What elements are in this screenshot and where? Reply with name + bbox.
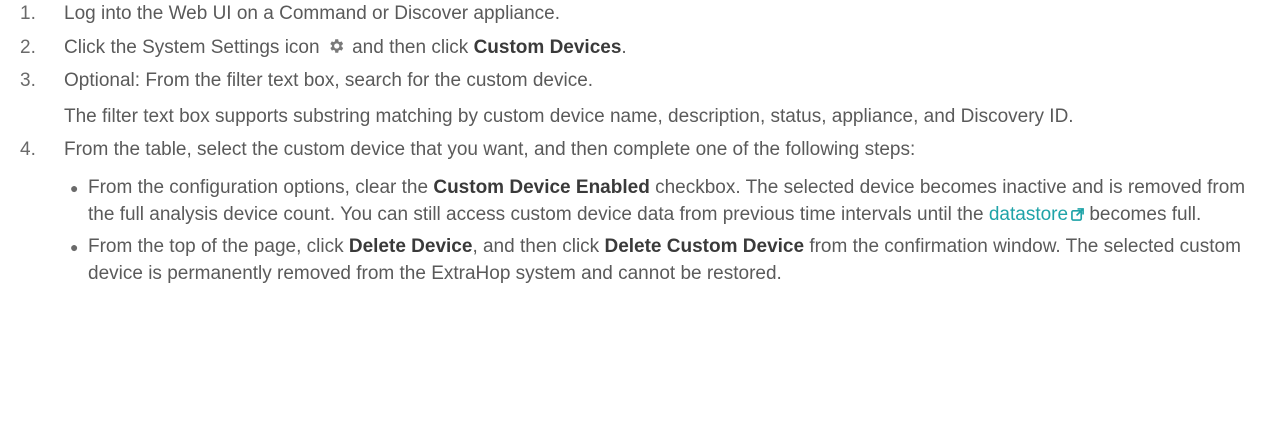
step-4: 4. From the table, select the custom dev… [10, 136, 1269, 292]
step-text-middle: and then click [352, 36, 469, 58]
bullet-text-part: From the configuration options, clear th… [88, 176, 429, 198]
step-body: From the table, select the custom device… [64, 136, 1269, 292]
step-options-list: ● From the configuration options, clear … [64, 174, 1269, 288]
external-link-icon[interactable] [1071, 208, 1084, 222]
datastore-link[interactable]: datastore [989, 204, 1068, 225]
step-body: Optional: From the filter text box, sear… [64, 67, 1269, 130]
step-note: The filter text box supports substring m… [64, 105, 1074, 127]
step-number: 3. [20, 70, 36, 92]
bullet-text: From the configuration options, clear th… [88, 174, 1269, 229]
gear-icon [330, 38, 344, 53]
bullet-text-part: From the top of the page, click [88, 235, 344, 257]
delete-device-label: Delete Device [348, 235, 473, 257]
procedure-document: 1. Log into the Web UI on a Command or D… [0, 0, 1279, 292]
bullet-text-part: , and then click [472, 235, 600, 257]
step-body: Click the System Settings icon and then … [64, 34, 1269, 62]
bullet-text-part: becomes full. [1089, 204, 1202, 226]
custom-devices-label: Custom Devices [473, 36, 622, 58]
step-text-after: . [621, 36, 627, 58]
list-item: ● From the configuration options, clear … [64, 174, 1269, 229]
step-body: Log into the Web UI on a Command or Disc… [64, 0, 1269, 28]
step-number: 4. [20, 139, 36, 161]
step-2: 2. Click the System Settings icon and th… [10, 34, 1269, 62]
step-1: 1. Log into the Web UI on a Command or D… [10, 0, 1269, 28]
bullet-dot: ● [70, 238, 79, 255]
step-text: From the table, select the custom device… [64, 139, 916, 161]
step-3: 3. Optional: From the filter text box, s… [10, 67, 1269, 130]
step-text-before: Click the System Settings icon [64, 36, 320, 58]
list-item: ● From the top of the page, click Delete… [64, 233, 1269, 288]
custom-device-enabled-label: Custom Device Enabled [433, 176, 650, 198]
step-text: Optional: From the filter text box, sear… [64, 70, 594, 92]
step-text: Log into the Web UI on a Command or Disc… [64, 3, 561, 24]
step-number: 1. [20, 3, 36, 24]
bullet-dot: ● [70, 179, 79, 196]
step-number: 2. [20, 36, 36, 58]
delete-custom-device-label: Delete Custom Device [604, 235, 805, 257]
bullet-text: From the top of the page, click Delete D… [88, 233, 1269, 288]
step-text: Click the System Settings icon and then … [64, 34, 1269, 62]
